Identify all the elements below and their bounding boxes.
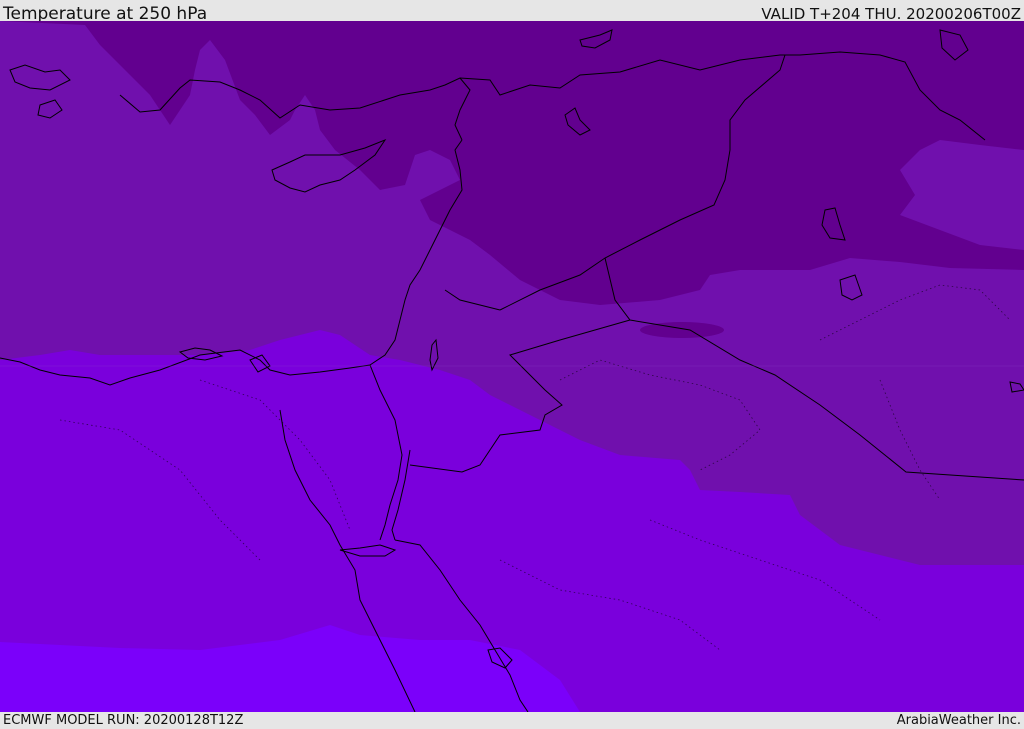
model-run-label: ECMWF MODEL RUN: 20200128T12Z: [3, 713, 244, 728]
weather-map-frame: Temperature at 250 hPa VALID T+204 THU. …: [0, 0, 1024, 729]
cold-pocket: [640, 322, 724, 338]
map-canvas: [0, 21, 1024, 712]
temperature-map[interactable]: [0, 21, 1024, 712]
footer-bar: ECMWF MODEL RUN: 20200128T12Z ArabiaWeat…: [0, 712, 1024, 729]
header-bar: Temperature at 250 hPa VALID T+204 THU. …: [0, 0, 1024, 24]
credit-label: ArabiaWeather Inc.: [896, 713, 1021, 728]
